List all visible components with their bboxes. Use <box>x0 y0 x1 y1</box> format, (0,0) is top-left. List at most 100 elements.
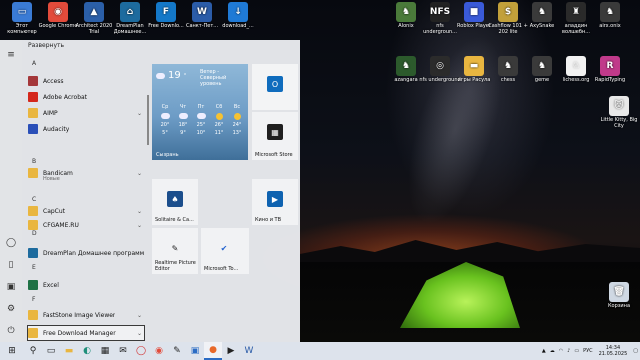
microsoft-todo-tile[interactable]: ✔ Microsoft To... <box>201 228 249 274</box>
hamburger-icon[interactable]: ≡ <box>4 48 18 62</box>
app-item[interactable]: AIMP ⌄ <box>28 106 144 120</box>
partly-cloudy-icon <box>192 112 210 120</box>
volume-icon[interactable]: ♪ <box>567 348 570 354</box>
edge-icon[interactable]: ◐ <box>78 342 96 360</box>
app-item[interactable]: Bandicam ⌄ Новые <box>28 166 144 182</box>
checkmark-icon: ✔ <box>220 243 228 253</box>
desktop-icon-little-kitty[interactable]: 🐱 Little Kitty, Big City <box>598 96 640 129</box>
desktop-icon-r1-2-icon: ■ <box>464 2 484 22</box>
app-item[interactable]: CapCut ⌄ <box>28 204 144 218</box>
desktop-icon-recycle-bin-label: Корзина <box>607 303 631 309</box>
desktop-icon-r2-6-icon: R <box>600 56 620 76</box>
pictures-icon[interactable]: ▣ <box>4 280 18 294</box>
photos-icon[interactable]: ▣ <box>186 342 204 360</box>
word-taskbar-icon[interactable]: W <box>240 342 258 360</box>
wifi-icon[interactable]: ◠ <box>559 348 563 354</box>
desktop-icon-left-4-icon: F <box>156 2 176 22</box>
app-item-label: Free Download Manager <box>43 329 116 337</box>
desktop-icon-recycle-bin[interactable]: 🗑 Корзина <box>598 282 640 309</box>
weather-unit: ° <box>183 72 187 79</box>
media-icon[interactable]: ▶ <box>222 342 240 360</box>
letter-header-e[interactable]: E <box>32 264 36 271</box>
documents-icon[interactable]: ▯ <box>4 258 18 272</box>
task-view-icon[interactable]: ▭ <box>42 342 60 360</box>
mail-icon[interactable]: ✉ <box>114 342 132 360</box>
desktop-icon-recycle-bin-icon: 🗑 <box>609 282 629 302</box>
chevron-down-icon[interactable]: ⌄ <box>137 170 142 177</box>
todo-tile-label: Microsoft To... <box>204 266 239 272</box>
desktop-icon-r1-4-icon: ♞ <box>532 2 552 22</box>
desktop-icon-left-5-icon: W <box>192 2 212 22</box>
app-item[interactable]: FastStone Image Viewer ⌄ <box>28 308 144 322</box>
app-icon <box>28 76 38 86</box>
app-item[interactable]: DreamPlan Домашнее программное обе... <box>28 246 144 260</box>
battery-icon[interactable]: ▭ <box>574 348 579 354</box>
app-item[interactable]: Access <box>28 74 144 88</box>
desktop-icon-little-kitty-label: Little Kitty, Big City <box>600 117 638 129</box>
desktop-icon-left-0-icon: ▭ <box>12 2 32 22</box>
pen-taskbar-icon[interactable]: ✎ <box>168 342 186 360</box>
outlook-tile[interactable]: O <box>252 64 298 110</box>
explorer-icon[interactable]: ▬ <box>60 342 78 360</box>
letter-header-a[interactable]: A <box>32 60 36 67</box>
microsoft-store-tile[interactable]: ▦ Microsoft Store <box>252 112 298 160</box>
clock[interactable]: 14:34 21.05.2025 <box>599 345 628 357</box>
desktop-icon-left-1-icon: ◉ <box>48 2 68 22</box>
chevron-down-icon[interactable]: ⌄ <box>137 110 142 117</box>
app-item[interactable]: CFGAME.RU ⌄ <box>28 218 144 232</box>
start-button[interactable]: ⊞ <box>0 342 24 360</box>
desktop-icon-r1-6[interactable]: ♞ airx.onix <box>589 2 631 29</box>
folder-icon <box>28 108 38 118</box>
folder-icon <box>28 220 38 230</box>
app-item[interactable]: Adobe Acrobat <box>28 90 144 104</box>
milky-way <box>343 0 567 277</box>
letter-header-b[interactable]: B <box>32 158 36 165</box>
app-item[interactable]: Excel <box>28 278 144 292</box>
letter-header-d[interactable]: D <box>32 230 37 237</box>
expand-label[interactable]: Развернуть <box>28 42 64 49</box>
search-icon[interactable]: ⚲ <box>24 342 42 360</box>
network-icon[interactable]: ▲ <box>542 348 546 354</box>
settings-gear-icon[interactable]: ⚙ <box>4 302 18 316</box>
forecast-high: 26° <box>214 122 224 128</box>
chevron-down-icon[interactable]: ⌄ <box>137 208 142 215</box>
user-icon[interactable]: ◯ <box>4 236 18 250</box>
desktop-icon-r2-6[interactable]: R RapidTyping <box>589 56 631 83</box>
forecast-high: 20° <box>160 122 170 128</box>
letter-header-c[interactable]: C <box>32 196 36 203</box>
forecast-low: 11° <box>214 130 224 136</box>
bandicam-taskbar-icon[interactable]: ● <box>204 342 222 360</box>
app-item[interactable]: Free Download Manager ⌄ <box>27 325 145 341</box>
chrome-taskbar-icon[interactable]: ◉ <box>150 342 168 360</box>
cloud-tray-icon[interactable]: ☁ <box>550 348 555 354</box>
desktop-icon-r1-6-icon: ♞ <box>600 2 620 22</box>
chevron-down-icon[interactable]: ⌄ <box>137 312 142 319</box>
folder-icon <box>28 206 38 216</box>
scrollbar-thumb[interactable] <box>147 95 149 145</box>
desktop-icon-r2-1-icon: ◎ <box>430 56 450 76</box>
opera-icon[interactable]: ◯ <box>132 342 150 360</box>
desktop-icon-left-6[interactable]: ↓ download_... <box>217 2 259 29</box>
store-tile-label: Microsoft Store <box>255 152 293 158</box>
cloud-icon <box>156 72 165 79</box>
movies-tile[interactable]: ▶ Кино и ТВ <box>252 179 298 225</box>
letter-header-f[interactable]: F <box>32 296 35 303</box>
store-taskbar-icon[interactable]: ▦ <box>96 342 114 360</box>
app-item-label: Access <box>43 77 64 85</box>
power-icon[interactable]: ⏻ <box>4 324 18 338</box>
solitaire-tile[interactable]: ♠ Solitaire & Ca... <box>152 179 198 225</box>
chevron-down-icon[interactable]: ⌄ <box>137 222 142 229</box>
forecast-day: Ср <box>161 104 169 110</box>
weather-tile[interactable]: 19 ° Ветер - Северный уровень Ср Чт Пт Сб Вс 2… <box>152 64 248 160</box>
folder-icon <box>28 310 38 320</box>
folder-icon <box>28 328 38 338</box>
app-item[interactable]: Audacity <box>28 122 144 136</box>
app-icon <box>28 248 38 258</box>
desktop-icon-r1-6-label: airx.onix <box>599 23 621 29</box>
forecast-day: Сб <box>215 104 223 110</box>
solitaire-tile-label: Solitaire & Ca... <box>155 217 194 223</box>
notifications-icon[interactable]: ▢ <box>633 348 638 354</box>
realtime-picture-editor-tile[interactable]: ✎ Realtime Picture Editor <box>152 228 198 274</box>
chevron-down-icon[interactable]: ⌄ <box>137 330 142 337</box>
language-indicator[interactable]: РУС <box>583 348 593 354</box>
